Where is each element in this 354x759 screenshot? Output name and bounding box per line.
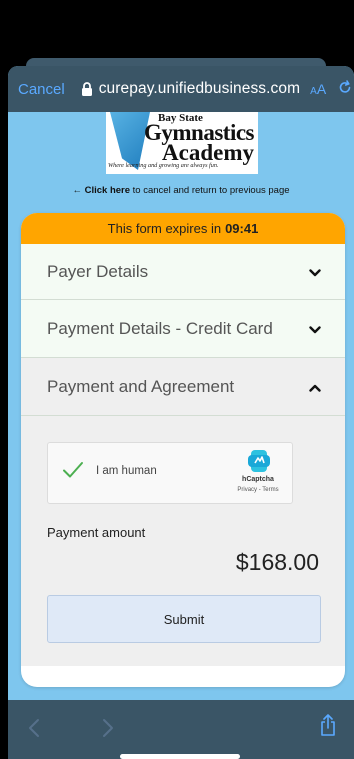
home-indicator[interactable] bbox=[120, 754, 240, 759]
section-payer-details[interactable]: Payer Details bbox=[21, 244, 345, 300]
share-icon[interactable] bbox=[320, 714, 336, 741]
expiry-banner: This form expires in 09:41 bbox=[21, 213, 345, 244]
click-here-link[interactable]: Click here bbox=[85, 185, 130, 196]
return-link-text: to cancel and return to previous page bbox=[130, 185, 290, 196]
payment-amount-value: $168.00 bbox=[235, 549, 319, 575]
chevron-down-icon bbox=[309, 319, 321, 339]
section-label: Payer Details bbox=[47, 261, 149, 281]
lock-icon bbox=[81, 82, 93, 96]
hcaptcha-links[interactable]: Privacy - Terms bbox=[231, 487, 285, 493]
reload-icon[interactable] bbox=[338, 79, 352, 99]
academy-logo: Bay State Gymnastics Academy Where learn… bbox=[106, 112, 258, 174]
browser-toolbar bbox=[8, 700, 354, 759]
hcaptcha-logo-icon bbox=[248, 449, 270, 478]
hcaptcha-brand: hCaptcha bbox=[242, 476, 274, 483]
text-size-button[interactable]: AA bbox=[310, 81, 326, 97]
cancel-button[interactable]: Cancel bbox=[18, 81, 65, 98]
text-size-small-label: A bbox=[310, 86, 317, 97]
section-payment-details[interactable]: Payment Details - Credit Card bbox=[21, 300, 345, 358]
payment-agreement-body: I am human hCaptcha Privacy - Terms Paym… bbox=[21, 416, 345, 666]
address-bar: Cancel curepay.unifiedbusiness.com AA bbox=[8, 66, 354, 112]
checkmark-icon[interactable] bbox=[62, 461, 84, 484]
section-label: Payment and Agreement bbox=[47, 376, 235, 396]
section-label: Payment Details - Credit Card bbox=[47, 318, 273, 338]
payment-amount-label: Payment amount bbox=[47, 525, 146, 540]
arrow-left-icon: ← bbox=[72, 185, 82, 196]
browser-sheet: Cancel curepay.unifiedbusiness.com AA Ba… bbox=[8, 66, 354, 759]
logo-tagline: Where learning and growing are always fu… bbox=[108, 162, 219, 169]
expiry-text: This form expires in bbox=[107, 221, 222, 236]
url-text[interactable]: curepay.unifiedbusiness.com bbox=[99, 80, 300, 98]
return-link[interactable]: ← Click here to cancel and return to pre… bbox=[8, 185, 354, 196]
forward-arrow-icon[interactable] bbox=[102, 718, 114, 743]
back-arrow-icon[interactable] bbox=[28, 718, 40, 743]
status-bar bbox=[0, 0, 354, 58]
payment-form-card: This form expires in 09:41 Payer Details… bbox=[21, 213, 345, 687]
chevron-down-icon bbox=[309, 262, 321, 282]
hcaptcha-widget[interactable]: I am human hCaptcha Privacy - Terms bbox=[47, 442, 293, 504]
expiry-timer: 09:41 bbox=[225, 221, 259, 236]
text-size-big-label: A bbox=[316, 81, 327, 97]
section-payment-agreement[interactable]: Payment and Agreement bbox=[21, 358, 345, 416]
chevron-up-icon bbox=[309, 377, 321, 397]
captcha-label: I am human bbox=[96, 465, 157, 477]
submit-button[interactable]: Submit bbox=[47, 595, 321, 643]
